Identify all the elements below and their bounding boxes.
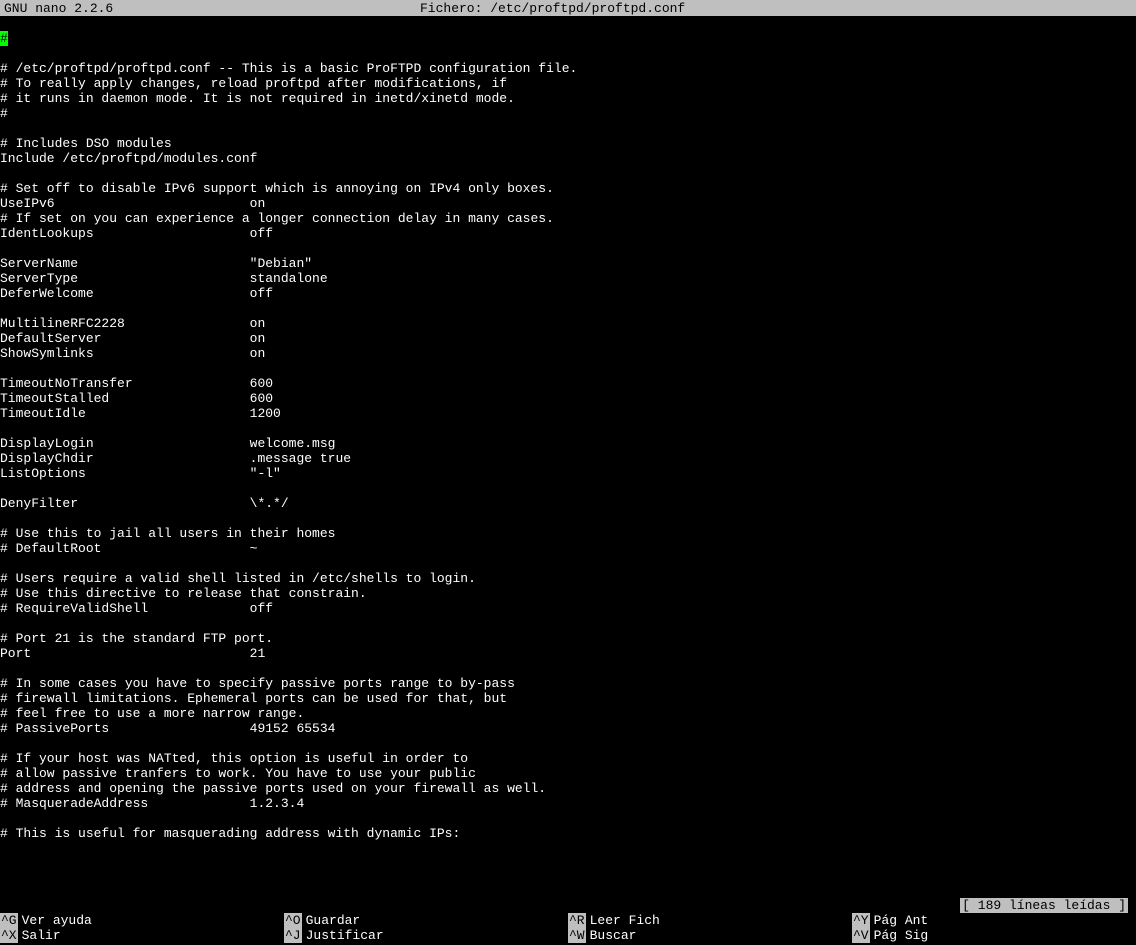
- shortcut-item[interactable]: ^J Justificar: [284, 928, 568, 943]
- file-line: # If set on you can experience a longer …: [0, 211, 1136, 226]
- file-line: ServerType standalone: [0, 271, 1136, 286]
- shortcut-item[interactable]: ^V Pág Sig: [852, 928, 1136, 943]
- shortcut-label: Guardar: [306, 913, 361, 928]
- file-line: TimeoutIdle 1200: [0, 406, 1136, 421]
- file-line: [0, 736, 1136, 751]
- file-line: ShowSymlinks on: [0, 346, 1136, 361]
- shortcut-key: ^J: [284, 928, 302, 943]
- shortcut-label: Leer Fich: [590, 913, 660, 928]
- shortcut-item[interactable]: ^X Salir: [0, 928, 284, 943]
- file-line: DeferWelcome off: [0, 286, 1136, 301]
- shortcut-key: ^G: [0, 913, 18, 928]
- file-line: ServerName "Debian": [0, 256, 1136, 271]
- file-line: # Use this directive to release that con…: [0, 586, 1136, 601]
- file-line: IdentLookups off: [0, 226, 1136, 241]
- file-line: [0, 301, 1136, 316]
- file-line: [0, 46, 1136, 61]
- shortcut-label: Buscar: [590, 928, 637, 943]
- file-line: [0, 121, 1136, 136]
- file-line: DisplayLogin welcome.msg: [0, 436, 1136, 451]
- file-line: # MasqueradeAddress 1.2.3.4: [0, 796, 1136, 811]
- titlebar: GNU nano 2.2.6 Fichero: /etc/proftpd/pro…: [0, 0, 1136, 16]
- file-line: # allow passive tranfers to work. You ha…: [0, 766, 1136, 781]
- file-line: #: [0, 31, 1136, 46]
- shortcut-key: ^Y: [852, 913, 870, 928]
- shortcut-key: ^V: [852, 928, 870, 943]
- file-line: UseIPv6 on: [0, 196, 1136, 211]
- status-message: [ 189 líneas leídas ]: [960, 898, 1128, 913]
- file-line: DenyFilter \*.*/: [0, 496, 1136, 511]
- shortcut-item[interactable]: ^O Guardar: [284, 913, 568, 928]
- shortcut-item[interactable]: ^G Ver ayuda: [0, 913, 284, 928]
- file-line: [0, 361, 1136, 376]
- file-line: # it runs in daemon mode. It is not requ…: [0, 91, 1136, 106]
- file-line: # In some cases you have to specify pass…: [0, 676, 1136, 691]
- file-line: [0, 616, 1136, 631]
- file-line: # If your host was NATted, this option i…: [0, 751, 1136, 766]
- file-line: [0, 241, 1136, 256]
- shortcut-label: Pág Sig: [874, 928, 929, 943]
- file-line: [0, 811, 1136, 826]
- file-line: #: [0, 106, 1136, 121]
- file-line: [0, 511, 1136, 526]
- text-cursor: #: [0, 31, 8, 46]
- shortcut-item[interactable]: ^R Leer Fich: [568, 913, 852, 928]
- file-line: Include /etc/proftpd/modules.conf: [0, 151, 1136, 166]
- file-line: Port 21: [0, 646, 1136, 661]
- file-line: DefaultServer on: [0, 331, 1136, 346]
- file-line: # DefaultRoot ~: [0, 541, 1136, 556]
- file-line: ListOptions "-l": [0, 466, 1136, 481]
- file-line: # RequireValidShell off: [0, 601, 1136, 616]
- file-line: [0, 556, 1136, 571]
- shortcut-label: Ver ayuda: [22, 913, 92, 928]
- file-line: [0, 16, 1136, 31]
- editor-content[interactable]: # # /etc/proftpd/proftpd.conf -- This is …: [0, 16, 1136, 841]
- file-line: # Use this to jail all users in their ho…: [0, 526, 1136, 541]
- shortcut-label: Justificar: [306, 928, 384, 943]
- file-line: MultilineRFC2228 on: [0, 316, 1136, 331]
- shortcuts-bar: ^G Ver ayuda ^O Guardar ^R Leer Fich ^Y Pág Ant…: [0, 913, 1136, 945]
- shortcut-key: ^W: [568, 928, 586, 943]
- file-line: # Includes DSO modules: [0, 136, 1136, 151]
- shortcut-key: ^X: [0, 928, 18, 943]
- shortcut-label: Pág Ant: [874, 913, 929, 928]
- shortcut-key: ^R: [568, 913, 586, 928]
- file-line: # PassivePorts 49152 65534: [0, 721, 1136, 736]
- shortcut-item[interactable]: ^W Buscar: [568, 928, 852, 943]
- status-line: [ 189 líneas leídas ]: [960, 898, 1128, 913]
- file-line: TimeoutStalled 600: [0, 391, 1136, 406]
- file-line: [0, 421, 1136, 436]
- shortcut-key: ^O: [284, 913, 302, 928]
- shortcut-label: Salir: [22, 928, 61, 943]
- file-line: DisplayChdir .message true: [0, 451, 1136, 466]
- file-line: [0, 481, 1136, 496]
- file-line: # Set off to disable IPv6 support which …: [0, 181, 1136, 196]
- file-line: # This is useful for masquerading addres…: [0, 826, 1136, 841]
- file-label: Fichero: /etc/proftpd/proftpd.conf: [113, 1, 992, 16]
- file-line: [0, 166, 1136, 181]
- shortcut-item[interactable]: ^Y Pág Ant: [852, 913, 1136, 928]
- file-line: TimeoutNoTransfer 600: [0, 376, 1136, 391]
- file-line: # firewall limitations. Ephemeral ports …: [0, 691, 1136, 706]
- file-line: # Users require a valid shell listed in …: [0, 571, 1136, 586]
- file-line: # To really apply changes, reload proftp…: [0, 76, 1136, 91]
- file-line: # address and opening the passive ports …: [0, 781, 1136, 796]
- file-line: # Port 21 is the standard FTP port.: [0, 631, 1136, 646]
- file-line: [0, 661, 1136, 676]
- app-name: GNU nano 2.2.6: [4, 1, 113, 16]
- file-line: # feel free to use a more narrow range.: [0, 706, 1136, 721]
- file-line: # /etc/proftpd/proftpd.conf -- This is a…: [0, 61, 1136, 76]
